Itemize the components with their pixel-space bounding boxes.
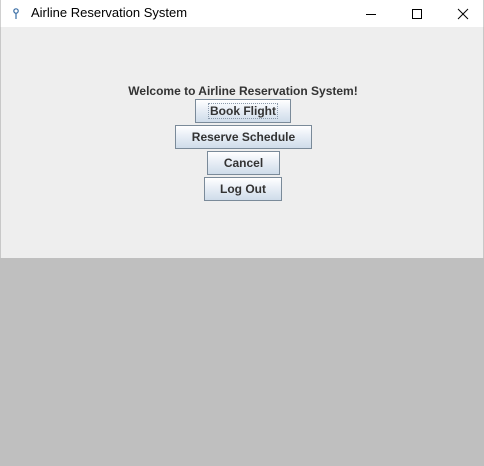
close-button[interactable] [440,0,484,27]
title-bar[interactable]: Airline Reservation System [0,0,484,27]
cancel-button[interactable]: Cancel [207,151,280,175]
close-icon [457,8,469,19]
reserve-schedule-label: Reserve Schedule [191,130,296,144]
empty-window-area [0,258,484,466]
java-app-icon [13,8,19,19]
minimize-icon [366,13,376,15]
log-out-button[interactable]: Log Out [204,177,282,201]
welcome-label: Welcome to Airline Reservation System! [128,84,358,98]
book-flight-label: Book Flight [208,103,278,119]
minimize-button[interactable] [348,0,394,27]
main-panel: Welcome to Airline Reservation System! B… [0,27,484,258]
cancel-label: Cancel [223,156,264,170]
window-title: Airline Reservation System [31,5,188,20]
maximize-button[interactable] [394,0,440,27]
maximize-icon [412,8,422,19]
book-flight-button[interactable]: Book Flight [195,99,291,123]
app-window: Airline Reservation System Welcome to Ai… [0,0,484,466]
log-out-label: Log Out [220,182,266,196]
reserve-schedule-button[interactable]: Reserve Schedule [175,125,312,149]
